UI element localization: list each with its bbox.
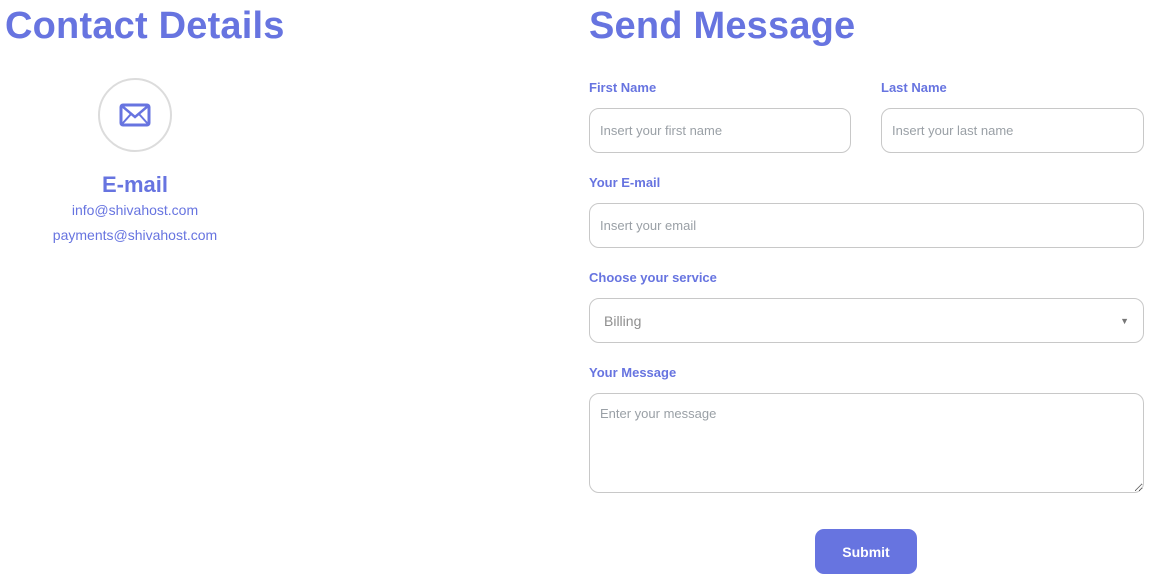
submit-button[interactable]: Submit [815,529,917,574]
last-name-input[interactable] [881,108,1144,153]
email-contact-card: E-mail info@shivahost.com payments@shiva… [35,78,235,248]
service-label: Choose your service [589,270,717,285]
envelope-icon [119,103,151,127]
email-icon-circle [98,78,172,152]
email-address-info: info@shivahost.com [71,202,199,218]
email-input[interactable] [589,203,1144,248]
service-select[interactable]: Billing ▼ [589,298,1144,343]
first-name-input[interactable] [589,108,851,153]
message-label: Your Message [589,365,677,380]
email-address-payments: payments@shivahost.com [52,227,218,243]
last-name-label: Last Name [881,80,947,95]
email-heading: E-mail [101,172,169,197]
message-textarea[interactable] [589,393,1144,493]
email-label: Your E-mail [589,175,661,190]
contact-details-title: Contact Details [5,5,285,47]
service-selected-value: Billing [604,312,642,329]
first-name-label: First Name [589,80,657,95]
chevron-down-icon: ▼ [1120,315,1129,326]
send-message-title: Send Message [589,5,856,47]
